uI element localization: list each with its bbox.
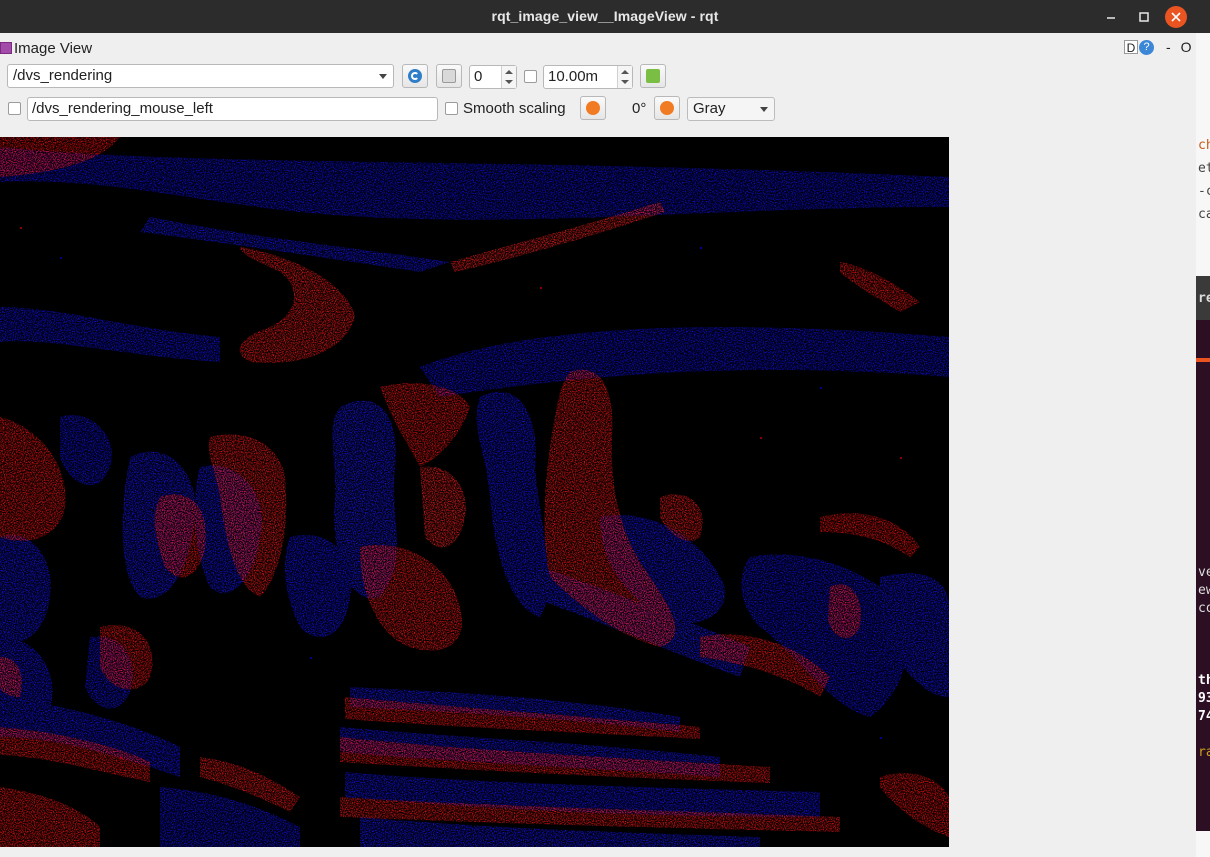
pause-icon bbox=[442, 69, 456, 83]
chevron-down-icon bbox=[760, 107, 768, 112]
smooth-scaling-checkbox[interactable] bbox=[445, 102, 458, 115]
spin-arrows[interactable] bbox=[617, 66, 632, 88]
topic-select-value: /dvs_rendering bbox=[13, 67, 113, 84]
dock-button[interactable]: D bbox=[1124, 40, 1138, 55]
duration-checkbox[interactable] bbox=[524, 70, 537, 83]
color-scheme-value: Gray bbox=[693, 100, 726, 117]
minimize-panel-button[interactable]: - bbox=[1166, 39, 1171, 55]
close-panel-button[interactable]: O bbox=[1181, 39, 1192, 55]
help-icon[interactable]: ? bbox=[1139, 39, 1154, 55]
window-title: rqt_image_view__ImageView - rqt bbox=[491, 8, 719, 24]
image-display[interactable] bbox=[0, 137, 949, 847]
topic-select[interactable]: /dvs_rendering bbox=[7, 64, 394, 88]
dock-controls: D ? - O bbox=[1124, 39, 1192, 55]
bg-text: 93 bbox=[1198, 691, 1210, 706]
background-window: ch et -c ca re ve ew co th 93 74 ra bbox=[1196, 33, 1210, 857]
bg-text: ch bbox=[1198, 138, 1210, 153]
refresh-icon bbox=[408, 69, 422, 83]
rotate-left-icon bbox=[586, 101, 600, 115]
panel-title: Image View bbox=[14, 39, 93, 57]
color-scheme-select[interactable]: Gray bbox=[687, 97, 775, 121]
refresh-button[interactable] bbox=[402, 64, 428, 88]
rotate-left-button[interactable] bbox=[580, 96, 606, 120]
bg-text: -c bbox=[1198, 184, 1210, 199]
smooth-scaling-label: Smooth scaling bbox=[463, 100, 566, 117]
duration-value: 10.00m bbox=[548, 68, 599, 85]
bg-text: ra bbox=[1198, 745, 1210, 760]
rotate-right-icon bbox=[660, 101, 674, 115]
rotation-label: 0° bbox=[632, 100, 647, 117]
chevron-down-icon bbox=[379, 74, 387, 79]
bg-text: co bbox=[1198, 601, 1210, 616]
mouse-topic-value: /dvs_rendering_mouse_left bbox=[32, 100, 213, 117]
bg-text: th bbox=[1198, 673, 1210, 688]
save-image-button[interactable] bbox=[640, 64, 666, 88]
bg-text: 74 bbox=[1198, 709, 1210, 724]
count-value: 0 bbox=[474, 68, 483, 85]
duration-spinbox[interactable]: 10.00m bbox=[543, 65, 633, 89]
pause-button[interactable] bbox=[436, 64, 462, 88]
bg-text: re bbox=[1198, 291, 1210, 306]
plugin-icon bbox=[0, 42, 12, 54]
bg-text: ew bbox=[1198, 583, 1210, 598]
bg-text: ve bbox=[1198, 565, 1210, 580]
maximize-icon[interactable] bbox=[1133, 6, 1155, 28]
mouse-topic-input[interactable]: /dvs_rendering_mouse_left bbox=[27, 97, 438, 121]
close-icon[interactable] bbox=[1165, 6, 1187, 28]
count-spinbox[interactable]: 0 bbox=[469, 65, 517, 89]
minimize-icon[interactable] bbox=[1100, 6, 1122, 28]
spin-arrows[interactable] bbox=[501, 66, 516, 88]
publish-mouse-checkbox[interactable] bbox=[8, 102, 21, 115]
bg-text: et bbox=[1198, 161, 1210, 176]
bg-text: ca bbox=[1198, 207, 1210, 222]
title-bar: rqt_image_view__ImageView - rqt bbox=[0, 0, 1210, 33]
dvs-event-image bbox=[0, 137, 949, 847]
panel-title-bar: Image View bbox=[0, 39, 92, 57]
rotate-right-button[interactable] bbox=[654, 96, 680, 120]
save-icon bbox=[646, 69, 660, 83]
